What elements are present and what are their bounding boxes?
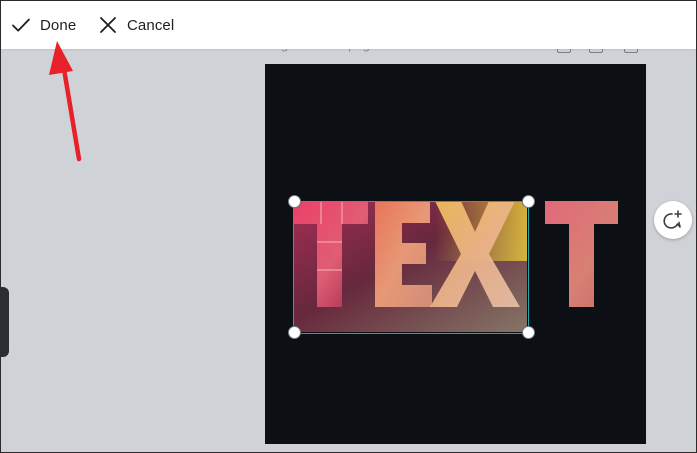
done-button[interactable]: Done [11, 1, 76, 49]
crop-handle-bottom-right[interactable] [522, 326, 535, 339]
crop-selection-box[interactable] [293, 201, 529, 334]
done-button-label: Done [40, 16, 77, 34]
cancel-button-label: Cancel [127, 16, 175, 34]
crop-handle-top-left[interactable] [288, 195, 301, 208]
cancel-button[interactable]: Cancel [98, 1, 174, 49]
add-comment-button[interactable] [654, 201, 692, 239]
crop-toolbar: Done Cancel [1, 1, 696, 49]
check-icon [12, 18, 30, 32]
side-panel-toggle[interactable] [1, 287, 9, 357]
crop-handle-top-right[interactable] [522, 195, 535, 208]
editor-window: Done Cancel Page 1- Add page title [0, 0, 697, 453]
crop-handle-bottom-left[interactable] [288, 326, 301, 339]
close-icon [100, 17, 116, 33]
add-comment-icon [663, 210, 682, 229]
